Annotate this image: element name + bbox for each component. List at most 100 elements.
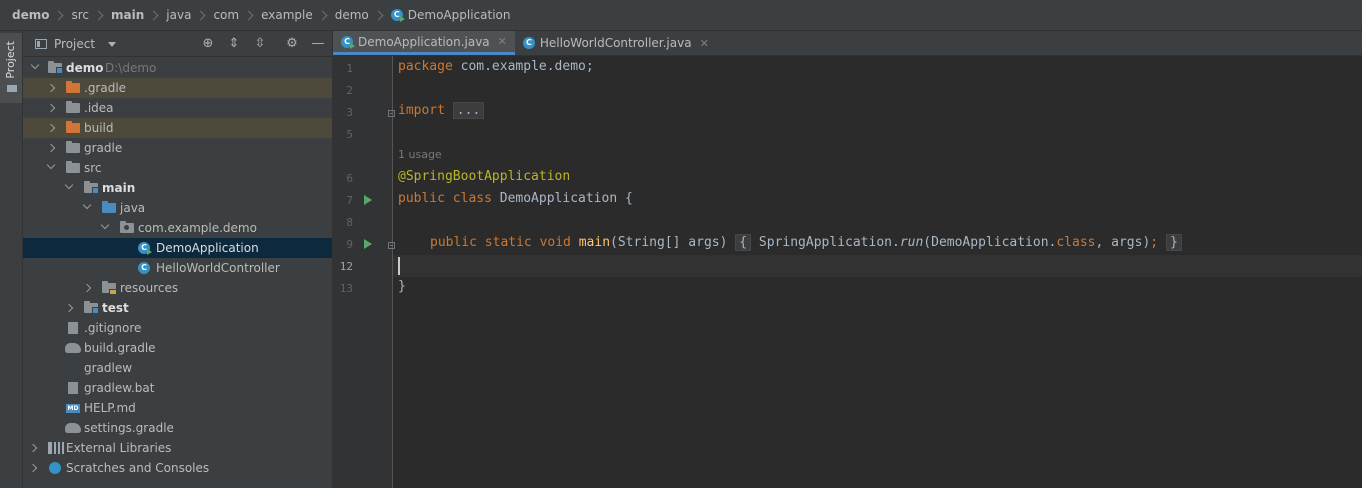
project-view-icon	[35, 38, 47, 49]
chevron-right-icon[interactable]	[46, 123, 56, 133]
tree-item-idea[interactable]: .idea	[23, 98, 332, 118]
locate-icon[interactable]: ⊕	[201, 37, 215, 51]
tree-item-gradle[interactable]: gradle	[23, 138, 332, 158]
chevron-down-icon[interactable]	[100, 220, 110, 230]
chevron-down-icon[interactable]	[30, 60, 40, 70]
close-icon[interactable]: ✕	[700, 37, 709, 50]
expand-all-icon[interactable]: ⇕	[227, 37, 241, 51]
chevron-right-icon[interactable]	[64, 303, 74, 313]
folder-icon	[66, 101, 80, 113]
tree-item-help-md[interactable]: MD HELP.md	[23, 398, 332, 418]
hide-icon[interactable]: —	[311, 37, 325, 51]
chevron-down-icon[interactable]	[82, 200, 92, 210]
tree-item-path: D:\demo	[105, 61, 157, 75]
code-line: @SpringBootApplication	[398, 169, 571, 184]
run-icon[interactable]	[364, 239, 372, 249]
tree-item-resources[interactable]: resources	[23, 278, 332, 298]
module-folder-icon	[84, 301, 99, 314]
chevron-down-icon[interactable]	[64, 180, 74, 190]
folded-imports[interactable]: ...	[452, 102, 485, 119]
breadcrumb-item-main[interactable]: main	[111, 8, 144, 22]
markdown-file-icon: MD	[66, 404, 80, 413]
tree-item-scratches[interactable]: Scratches and Consoles	[23, 458, 332, 478]
tree-item-build[interactable]: build	[23, 118, 332, 138]
tree-item-package[interactable]: com.example.demo	[23, 218, 332, 238]
breadcrumb-item-demo[interactable]: demo	[12, 8, 49, 22]
close-icon[interactable]: ✕	[498, 35, 507, 48]
tree-item-label: External Libraries	[66, 441, 172, 455]
tree-item-demo-application[interactable]: C DemoApplication	[23, 238, 332, 258]
excluded-folder-icon	[66, 121, 80, 133]
tree-item-src[interactable]: src	[23, 158, 332, 178]
scratches-icon	[49, 462, 61, 474]
line-number: 3	[346, 106, 353, 119]
breadcrumb-item-demo-application[interactable]: DemoApplication	[408, 8, 511, 22]
tree-item-gradlew[interactable]: gradlew	[23, 358, 332, 378]
project-view-selector[interactable]: Project	[54, 37, 95, 51]
gear-icon[interactable]: ⚙	[285, 37, 299, 51]
tree-item-demo[interactable]: demo D:\demo	[23, 58, 332, 78]
tree-item-gradlew-bat[interactable]: gradlew.bat	[23, 378, 332, 398]
breadcrumb-item-demo-pkg[interactable]: demo	[335, 8, 369, 22]
chevron-right-icon	[317, 10, 328, 20]
tree-item-main[interactable]: main	[23, 178, 332, 198]
chevron-right-icon[interactable]	[28, 463, 38, 473]
tab-helloworld-controller[interactable]: C HelloWorldController.java ✕	[515, 31, 717, 55]
chevron-right-icon[interactable]	[28, 443, 38, 453]
breadcrumb-item-example[interactable]: example	[261, 8, 313, 22]
usage-hint[interactable]: 1 usage	[398, 144, 442, 166]
package-icon	[120, 221, 134, 233]
chevron-right-icon[interactable]	[82, 283, 92, 293]
tab-label: DemoApplication.java	[358, 34, 490, 49]
class-icon: C	[138, 242, 152, 255]
tree-item-gradle-dir[interactable]: .gradle	[23, 78, 332, 98]
tree-item-gitignore[interactable]: .gitignore	[23, 318, 332, 338]
chevron-right-icon[interactable]	[46, 103, 56, 113]
tree-item-label: src	[84, 161, 102, 175]
line-number: 7	[346, 194, 353, 207]
tree-item-label: test	[102, 301, 129, 315]
breadcrumb-item-src[interactable]: src	[71, 8, 89, 22]
class-icon: C	[522, 37, 535, 49]
line-number: 2	[346, 84, 353, 97]
chevron-right-icon[interactable]	[46, 83, 56, 93]
tree-item-settings-gradle[interactable]: settings.gradle	[23, 418, 332, 438]
tree-item-label: com.example.demo	[138, 221, 257, 235]
source-folder-icon	[102, 201, 116, 213]
collapse-all-icon[interactable]: ⇳	[253, 37, 267, 51]
editor-gutter: 1 2 3 5 6 7 8 9 12 13	[333, 56, 395, 488]
folder-icon	[66, 141, 80, 153]
project-panel-header: Project ⊕ ⇕ ⇳ ⚙ —	[23, 31, 332, 57]
editor: C DemoApplication.java ✕ C HelloWorldCon…	[333, 31, 1362, 488]
breadcrumb-item-java[interactable]: java	[166, 8, 191, 22]
project-tool-tab[interactable]: Project	[0, 33, 22, 103]
run-icon[interactable]	[364, 195, 372, 205]
fold-icon[interactable]	[388, 110, 395, 117]
chevron-right-icon	[373, 10, 384, 20]
fold-icon[interactable]	[388, 242, 395, 249]
tree-item-java[interactable]: java	[23, 198, 332, 218]
code-line: public class DemoApplication {	[398, 191, 633, 206]
tree-item-external-libraries[interactable]: External Libraries	[23, 438, 332, 458]
text-caret	[398, 257, 400, 275]
class-icon: C	[138, 262, 150, 274]
chevron-right-icon	[243, 10, 254, 20]
chevron-right-icon[interactable]	[46, 143, 56, 153]
tab-demo-application[interactable]: C DemoApplication.java ✕	[333, 31, 515, 55]
tree-item-build-gradle[interactable]: build.gradle	[23, 338, 332, 358]
library-icon	[48, 442, 64, 454]
tree-item-label: java	[120, 201, 146, 215]
tree-item-label: resources	[120, 281, 179, 295]
project-panel: Project ⊕ ⇕ ⇳ ⚙ — demo D:\demo .gradle .…	[23, 31, 333, 488]
gradle-icon	[65, 423, 81, 433]
tree-item-helloworld-controller[interactable]: C HelloWorldController	[23, 258, 332, 278]
class-icon: C	[341, 35, 355, 49]
chevron-down-icon[interactable]	[108, 42, 117, 47]
folder-icon	[66, 161, 80, 173]
chevron-down-icon[interactable]	[46, 160, 56, 170]
tree-item-test[interactable]: test	[23, 298, 332, 318]
line-number: 1	[346, 62, 353, 75]
editor-tabs: C DemoApplication.java ✕ C HelloWorldCon…	[333, 31, 1362, 56]
breadcrumb-item-com[interactable]: com	[213, 8, 239, 22]
tree-item-label: settings.gradle	[84, 421, 174, 435]
